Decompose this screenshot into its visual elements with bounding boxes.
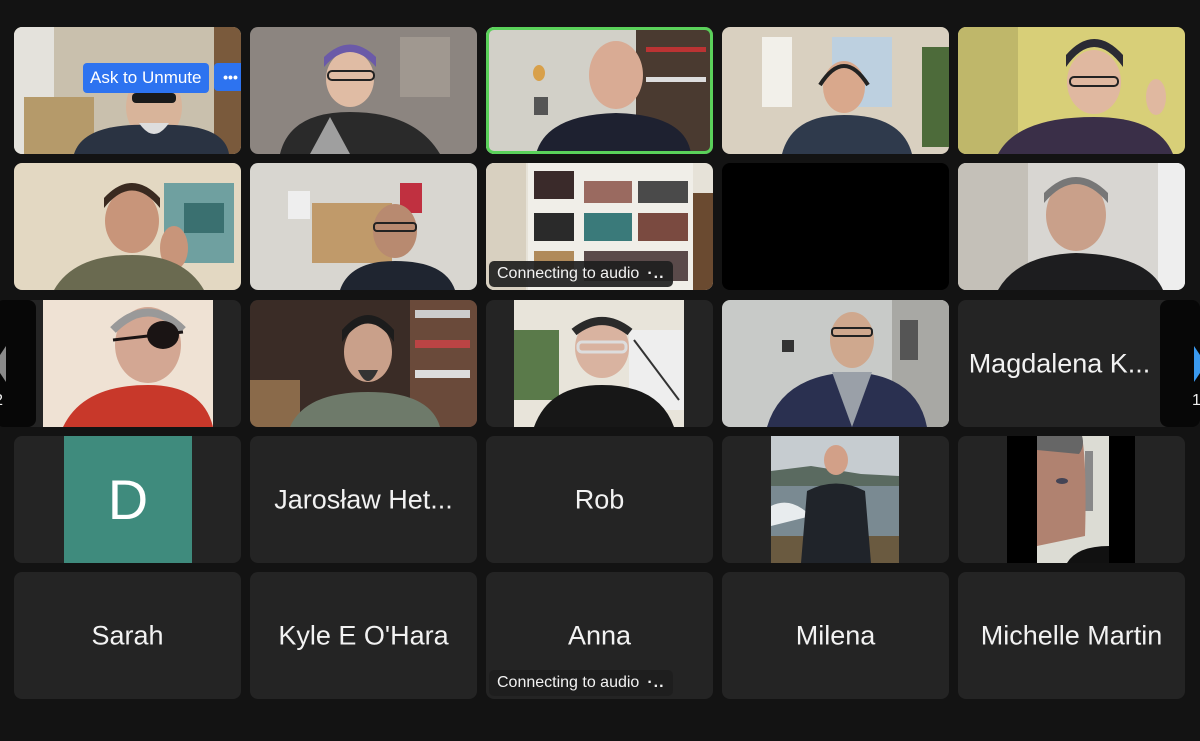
- next-page-number: 1/: [1192, 392, 1200, 409]
- loading-dots-icon: ·..: [647, 674, 665, 691]
- participant-video: [250, 163, 477, 290]
- participant-tile-11[interactable]: [14, 300, 241, 427]
- participant-tile-12[interactable]: [250, 300, 477, 427]
- participant-tile-7[interactable]: [250, 163, 477, 290]
- connecting-to-audio-status: Connecting to audio ·..: [489, 261, 673, 287]
- participant-tile-8[interactable]: Connecting to audio ·..: [486, 163, 713, 290]
- participant-video: [514, 300, 684, 427]
- participant-tile-14[interactable]: [722, 300, 949, 427]
- participant-video: [43, 300, 213, 427]
- participant-tile-10[interactable]: [958, 163, 1185, 290]
- participant-tile-17[interactable]: Jarosław Het...: [250, 436, 477, 563]
- connecting-to-audio-status: Connecting to audio ·..: [489, 670, 673, 696]
- next-page-button[interactable]: 1/: [1160, 300, 1200, 427]
- participant-name: Kyle E O'Hara: [278, 620, 449, 650]
- participant-avatar: D: [64, 436, 192, 563]
- participant-name: Magdalena K...: [968, 348, 1151, 378]
- participant-tile-25[interactable]: Michelle Martin: [958, 572, 1185, 699]
- participant-profile-photo: [771, 436, 899, 563]
- participant-name: Rob: [574, 484, 625, 514]
- participant-tile-13[interactable]: [486, 300, 713, 427]
- more-options-button[interactable]: •••: [214, 63, 241, 91]
- participant-video: [486, 27, 713, 154]
- ask-to-unmute-button[interactable]: Ask to Unmute: [83, 63, 209, 93]
- participant-tile-4[interactable]: [722, 27, 949, 154]
- participant-tile-24[interactable]: Milena: [722, 572, 949, 699]
- loading-dots-icon: ·..: [647, 265, 665, 282]
- participant-video: [958, 163, 1185, 290]
- participant-video: [250, 300, 477, 427]
- participant-video: [250, 27, 477, 154]
- participant-name: Jarosław Het...: [274, 484, 453, 514]
- participant-name: Michelle Martin: [980, 620, 1163, 650]
- previous-page-number: 2: [0, 392, 3, 410]
- participant-tile-1[interactable]: Ask to Unmute •••: [14, 27, 241, 154]
- participant-tile-2[interactable]: [250, 27, 477, 154]
- participant-name: Milena: [795, 620, 876, 650]
- participant-video: [722, 300, 949, 427]
- previous-page-button[interactable]: 2: [0, 300, 36, 427]
- participant-video: [958, 27, 1185, 154]
- participant-name: Anna: [567, 620, 632, 650]
- participant-tile-16[interactable]: D: [14, 436, 241, 563]
- participant-tile-20[interactable]: [958, 436, 1185, 563]
- participant-video: [722, 27, 949, 154]
- participant-video: [14, 163, 241, 290]
- participant-tile-6[interactable]: [14, 163, 241, 290]
- participant-tile-22[interactable]: Kyle E O'Hara: [250, 572, 477, 699]
- chevron-left-icon: [0, 346, 6, 382]
- participant-tile-3-active-speaker[interactable]: [486, 27, 713, 154]
- chevron-right-icon: [1194, 346, 1200, 382]
- participant-tile-21[interactable]: Sarah: [14, 572, 241, 699]
- participant-tile-15[interactable]: Magdalena K...: [958, 300, 1185, 427]
- participant-tile-19[interactable]: [722, 436, 949, 563]
- participant-tile-18[interactable]: Rob: [486, 436, 713, 563]
- participant-tile-9-video-off[interactable]: [722, 163, 949, 290]
- participant-name: Sarah: [91, 620, 164, 650]
- participant-profile-photo: [1007, 436, 1135, 563]
- participant-tile-5[interactable]: [958, 27, 1185, 154]
- participant-tile-23[interactable]: Anna Connecting to audio ·..: [486, 572, 713, 699]
